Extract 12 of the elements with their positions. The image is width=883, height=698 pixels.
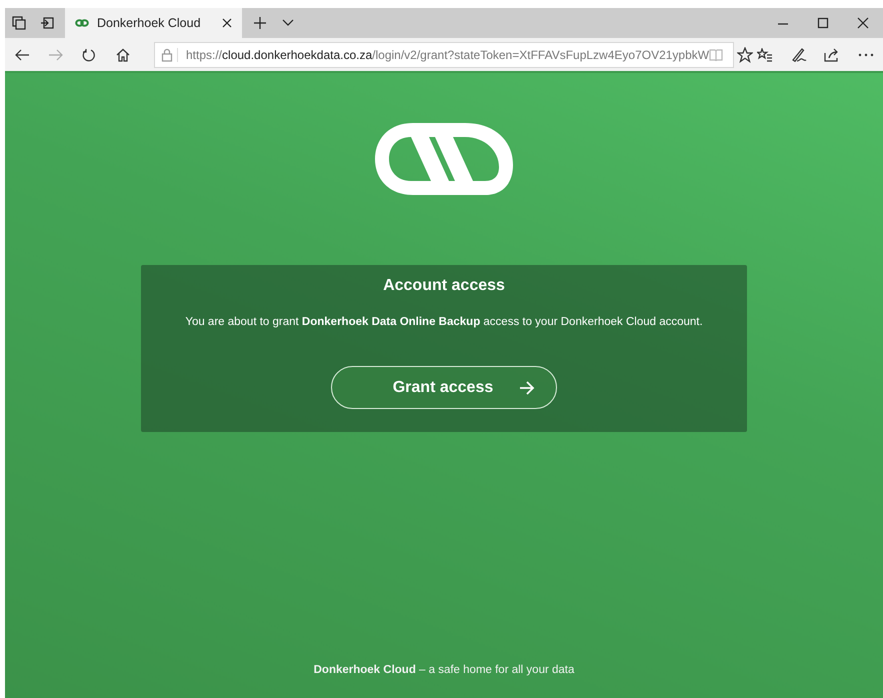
- url-text: https://cloud.donkerhoekdata.co.za/login/v2/grant?stateToken=XtFFAVsFupLzw4Eyo7OV21ypbkW: [186, 48, 710, 62]
- browser-tab[interactable]: Donkerhoek Cloud: [65, 8, 242, 38]
- close-icon[interactable]: [222, 18, 232, 28]
- grant-access-button[interactable]: Grant access: [331, 366, 557, 409]
- footer-text: Donkerhoek Cloud – a safe home for all your data: [314, 664, 574, 676]
- lock-icon[interactable]: [161, 48, 178, 62]
- logo-icon: [373, 121, 515, 197]
- card-message: You are about to grant Donkerhoek Data Online Backup access to your Donkerhoek Cloud account.: [185, 316, 703, 328]
- arrow-icon: [519, 380, 536, 394]
- card-title: Account access: [383, 277, 505, 296]
- site-icon[interactable]: [75, 19, 89, 27]
- star-icon[interactable]: [737, 46, 754, 62]
